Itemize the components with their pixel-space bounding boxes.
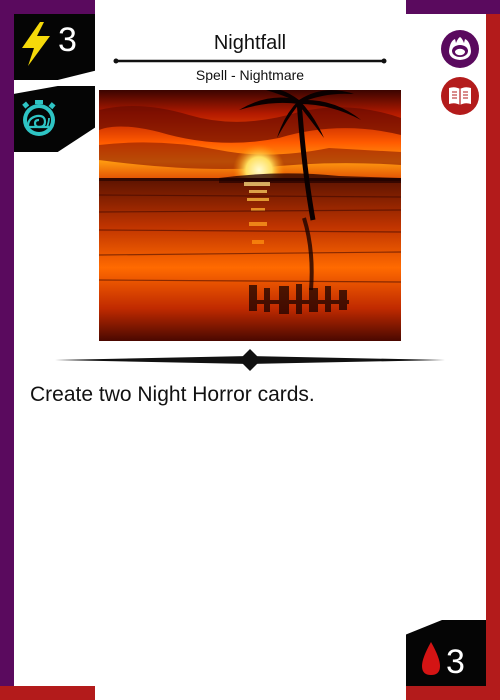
lightning-icon: [22, 22, 50, 66]
card-border-top-right: [406, 0, 500, 14]
card-border-bottom-left: [0, 686, 95, 700]
card-subtitle: Spell - Nightmare: [195, 67, 305, 83]
card-border-left: [0, 0, 14, 700]
card-border-bottom-right: [406, 686, 500, 700]
card-border-right: [486, 0, 500, 700]
nightmare-faction-icon: [441, 30, 479, 68]
spellbook-icon: [441, 77, 479, 115]
snail-stopwatch-icon: [22, 100, 56, 136]
speed-badge: [14, 86, 95, 152]
blood-drop-icon: [422, 642, 440, 675]
text-divider: [55, 349, 445, 371]
energy-badge: 3: [14, 14, 95, 80]
card-title: Nightfall: [213, 32, 287, 54]
card-border-top-left: [0, 0, 95, 14]
cost-value: 3: [446, 643, 465, 681]
energy-value: 3: [58, 21, 77, 59]
card-rules-text: Create two Night Horror cards.: [30, 383, 315, 406]
cost-badge: 3: [406, 620, 486, 686]
card-art-sunset: [99, 90, 401, 341]
